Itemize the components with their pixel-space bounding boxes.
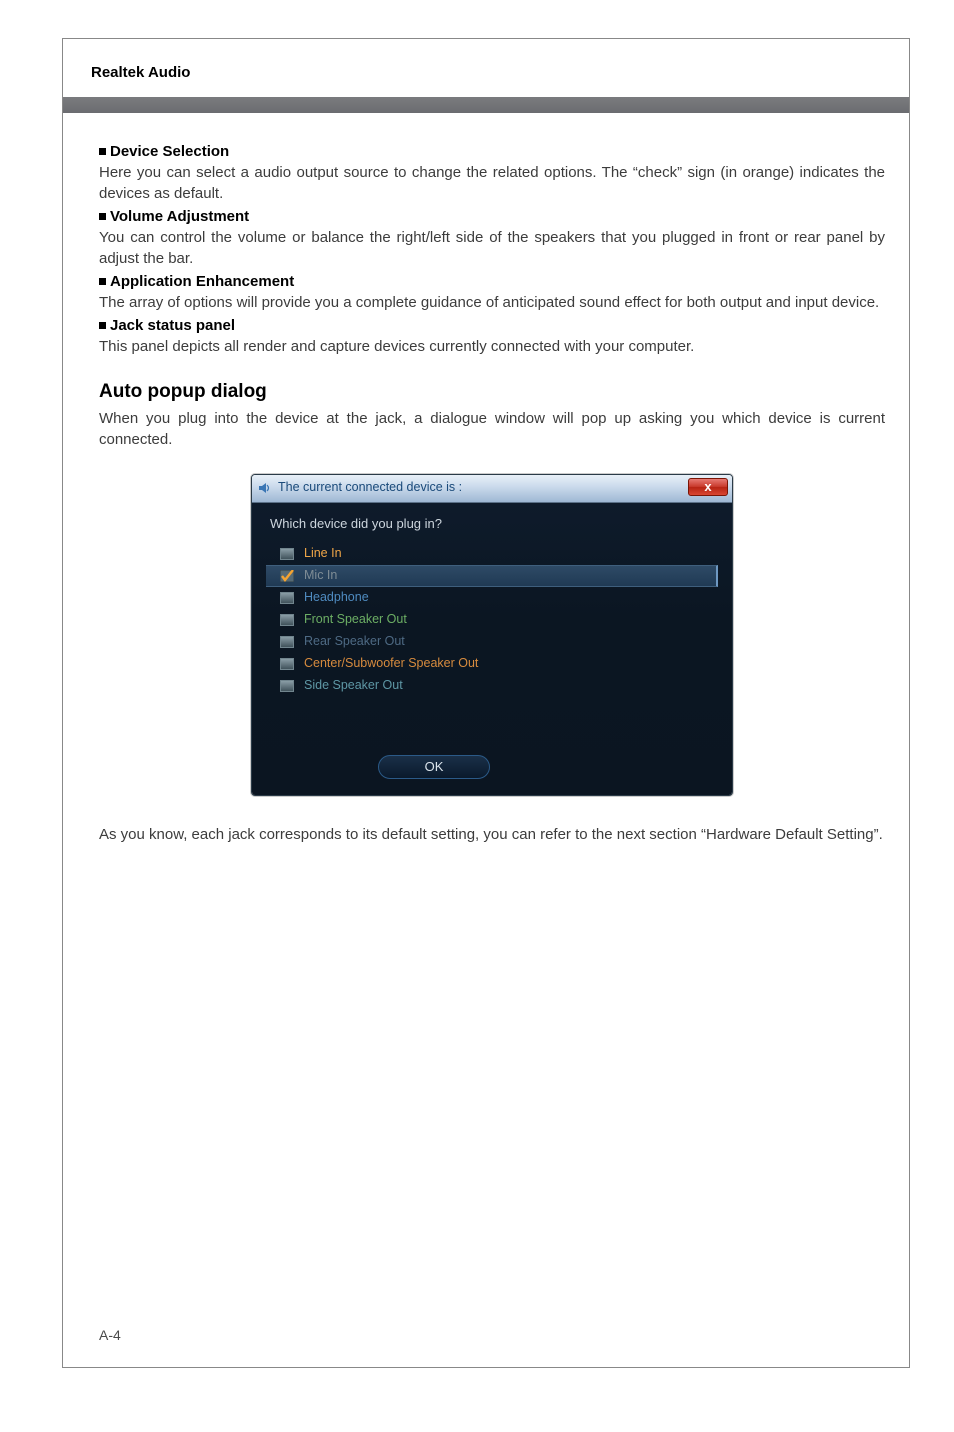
speaker-icon xyxy=(258,481,272,495)
device-label: Front Speaker Out xyxy=(304,611,407,629)
square-bullet-icon xyxy=(99,148,106,155)
spacer xyxy=(99,796,885,824)
section-heading-application-enhancement: Application Enhancement xyxy=(99,271,885,292)
document-title: Realtek Audio xyxy=(91,64,190,81)
section-body: This panel depicts all render and captur… xyxy=(99,336,885,357)
heading-text: Application Enhancement xyxy=(110,273,294,290)
section-body: The array of options will provide you a … xyxy=(99,292,885,313)
device-label: Side Speaker Out xyxy=(304,677,403,695)
section-heading-auto-popup: Auto popup dialog xyxy=(99,379,885,406)
jack-icon xyxy=(280,636,294,648)
close-button[interactable]: x xyxy=(688,478,728,496)
device-option[interactable]: Line In xyxy=(266,543,718,565)
device-label: Center/Subwoofer Speaker Out xyxy=(304,655,478,673)
device-label: Headphone xyxy=(304,589,369,607)
device-option[interactable]: Front Speaker Out xyxy=(266,609,718,631)
dialog-titlebar: The current connected device is : x xyxy=(252,475,732,503)
dialog-button-row: OK xyxy=(266,755,718,779)
document-page: Realtek Audio Device Selection Here you … xyxy=(62,38,910,1368)
section-body: You can control the volume or balance th… xyxy=(99,227,885,269)
jack-icon xyxy=(280,680,294,692)
section-heading-volume-adjustment: Volume Adjustment xyxy=(99,206,885,227)
header-divider-bar xyxy=(63,97,909,113)
square-bullet-icon xyxy=(99,322,106,329)
section-heading-jack-status-panel: Jack status panel xyxy=(99,315,885,336)
jack-icon xyxy=(280,658,294,670)
device-label: Line In xyxy=(304,545,342,563)
close-icon: x xyxy=(704,479,711,494)
square-bullet-icon xyxy=(99,278,106,285)
heading-text: Volume Adjustment xyxy=(110,208,249,225)
jack-icon xyxy=(280,614,294,626)
device-option[interactable]: Center/Subwoofer Speaker Out xyxy=(266,653,718,675)
heading-text: Device Selection xyxy=(110,143,229,160)
page-content: Device Selection Here you can select a a… xyxy=(99,139,885,845)
jack-icon xyxy=(280,548,294,560)
closing-paragraph: As you know, each jack corresponds to it… xyxy=(99,824,885,845)
square-bullet-icon xyxy=(99,213,106,220)
device-option[interactable]: Headphone xyxy=(266,587,718,609)
page-number: A-4 xyxy=(99,1327,121,1343)
connected-device-dialog: The current connected device is : x Whic… xyxy=(251,474,733,796)
page-header: Realtek Audio xyxy=(63,39,909,99)
device-option[interactable]: Mic In xyxy=(266,565,718,587)
device-label: Rear Speaker Out xyxy=(304,633,405,651)
jack-icon xyxy=(280,592,294,604)
list-spacer xyxy=(266,711,718,755)
jack-check-icon xyxy=(280,570,294,582)
section-body: Here you can select a audio output sourc… xyxy=(99,162,885,204)
dialog-title: The current connected device is : xyxy=(278,479,462,497)
heading-text: Jack status panel xyxy=(110,317,235,334)
device-list: Line In Mic In Headphone Front Speaker Out R… xyxy=(266,543,718,697)
dialog-prompt: Which device did you plug in? xyxy=(266,515,718,533)
ok-button[interactable]: OK xyxy=(378,755,490,779)
device-option[interactable]: Side Speaker Out xyxy=(266,675,718,697)
device-label: Mic In xyxy=(304,567,337,585)
section-heading-device-selection: Device Selection xyxy=(99,141,885,162)
ok-button-label: OK xyxy=(425,759,444,774)
device-option[interactable]: Rear Speaker Out xyxy=(266,631,718,653)
dialog-body: Which device did you plug in? Line In Mic… xyxy=(252,503,732,795)
section-body: When you plug into the device at the jac… xyxy=(99,408,885,450)
